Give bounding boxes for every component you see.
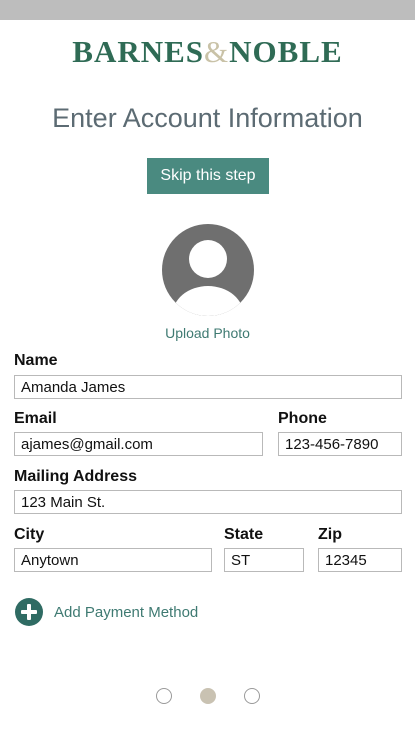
add-payment-label: Add Payment Method <box>54 603 199 621</box>
name-label: Name <box>14 352 58 369</box>
name-field[interactable] <box>14 375 402 399</box>
avatar-placeholder-icon[interactable] <box>162 224 254 316</box>
state-label: State <box>224 526 264 543</box>
brand-logo-left: BARNES <box>72 34 205 69</box>
plus-circle-icon <box>15 598 43 626</box>
page-indicator-dot-1[interactable] <box>156 688 172 704</box>
page-indicator-dot-3[interactable] <box>244 688 260 704</box>
email-label: Email <box>14 410 57 427</box>
brand-logo: BARNES&NOBLE <box>0 34 415 70</box>
brand-logo-ampersand: & <box>204 34 230 69</box>
page-title: Enter Account Information <box>52 103 363 133</box>
zip-field[interactable] <box>318 548 402 572</box>
status-bar <box>0 0 415 20</box>
mailing-address-field[interactable] <box>14 490 402 514</box>
page-indicator-dot-2[interactable] <box>200 688 216 704</box>
add-payment-button[interactable]: Add Payment Method <box>15 598 198 626</box>
city-field[interactable] <box>14 548 212 572</box>
avatar-head-shape <box>189 240 227 278</box>
state-field[interactable] <box>224 548 304 572</box>
brand-logo-right: NOBLE <box>229 34 343 69</box>
phone-label: Phone <box>278 410 327 427</box>
zip-label: Zip <box>318 526 342 543</box>
email-field[interactable] <box>14 432 263 456</box>
skip-step-button[interactable]: Skip this step <box>147 158 269 194</box>
mailing-address-label: Mailing Address <box>14 468 137 485</box>
avatar-body-shape <box>172 286 244 316</box>
upload-photo-link[interactable]: Upload Photo <box>0 325 415 341</box>
phone-field[interactable] <box>278 432 402 456</box>
city-label: City <box>14 526 45 543</box>
